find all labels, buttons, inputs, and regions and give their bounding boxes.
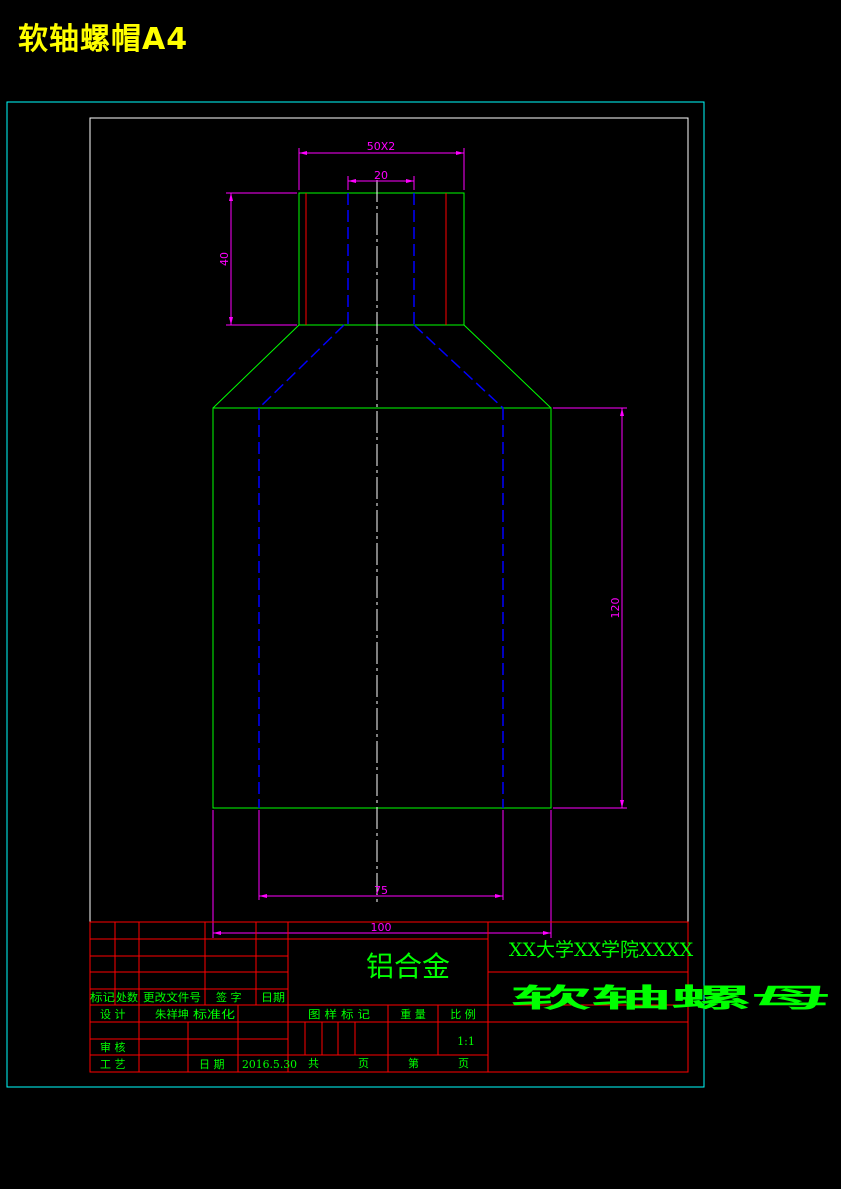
dim-bore-width: 20 — [374, 169, 388, 182]
process-label: 工 艺 — [100, 1058, 126, 1071]
scale-label: 比 例 — [450, 1007, 476, 1021]
date-label: 日 期 — [199, 1058, 225, 1071]
weight-label: 重 量 — [400, 1007, 426, 1021]
scale-value: 1:1 — [457, 1035, 475, 1048]
sheet-label: 页 — [358, 1057, 369, 1070]
page-label: 第 — [408, 1056, 419, 1070]
dimensions — [212, 148, 627, 938]
rev-col-doc: 更改文件号 — [143, 990, 201, 1004]
dim-neck-height: 40 — [218, 252, 231, 266]
part-outline — [212, 192, 552, 809]
dim-inner-width: 75 — [374, 884, 388, 897]
dimension-arrows — [213, 151, 624, 935]
page-suffix-label: 页 — [458, 1057, 469, 1070]
cad-drawing: 50X2 20 40 120 75 100 铝合金 XX大学XX学院XXXX 软… — [6, 101, 831, 1088]
dim-outer-width: 100 — [371, 921, 392, 934]
part-name-label: 软轴螺母 — [511, 984, 831, 1014]
thread-lines — [305, 193, 447, 325]
total-label: 共 — [308, 1057, 319, 1070]
rev-col-count: 处数 — [116, 991, 138, 1004]
rev-col-mark: 标记 — [90, 990, 115, 1004]
stage-label: 图 样 标 记 — [308, 1007, 370, 1021]
hidden-lines — [258, 193, 504, 808]
dim-top-width: 50X2 — [367, 140, 396, 153]
school-label: XX大学XX学院XXXX — [509, 939, 694, 961]
dim-body-height: 120 — [609, 598, 622, 619]
material-label: 铝合金 — [366, 950, 450, 983]
review-label: 审 核 — [100, 1040, 126, 1054]
design-label: 设 计 — [100, 1008, 126, 1021]
designer-name: 朱祥坤 — [155, 1007, 189, 1021]
date-value: 2016.5.30 — [242, 1058, 297, 1071]
rev-col-sign: 签 字 — [216, 990, 242, 1004]
standardization-label: 标准化 — [193, 1007, 235, 1021]
rev-col-date: 日期 — [261, 991, 285, 1004]
